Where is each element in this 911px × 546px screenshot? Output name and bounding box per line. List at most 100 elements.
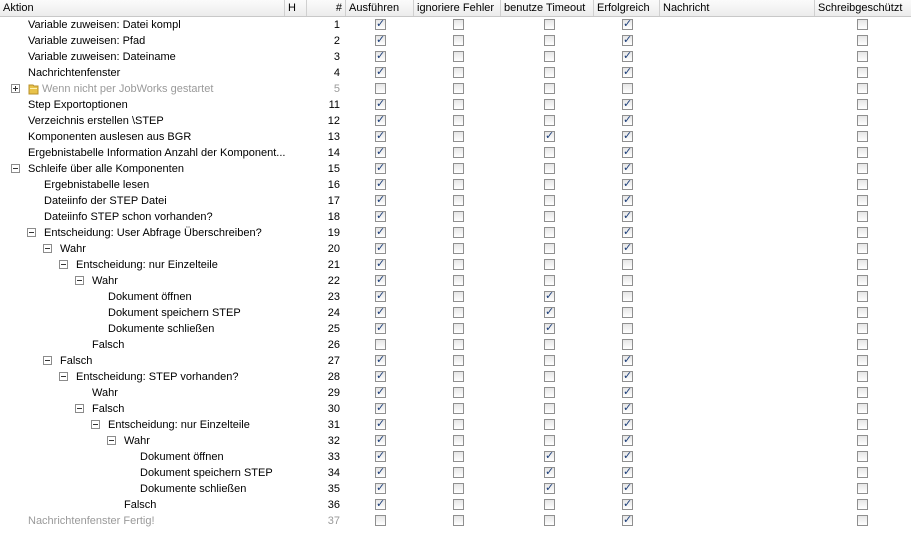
benutze-timeout-checkbox[interactable] [544, 115, 555, 126]
ausfuehren-checkbox[interactable] [375, 241, 386, 254]
table-row[interactable]: Wahr 29 [0, 385, 911, 401]
erfolgreich-checkbox[interactable] [622, 513, 633, 526]
benutze-timeout-checkbox[interactable] [544, 449, 555, 462]
schreibgeschuetzt-checkbox[interactable] [857, 291, 868, 302]
collapse-icon[interactable] [59, 372, 68, 381]
schreibgeschuetzt-checkbox[interactable] [857, 307, 868, 318]
ignoriere-fehler-checkbox[interactable] [453, 243, 464, 254]
schreibgeschuetzt-checkbox[interactable] [857, 355, 868, 366]
collapse-icon[interactable] [75, 404, 84, 413]
ignoriere-fehler-checkbox[interactable] [453, 227, 464, 238]
schreibgeschuetzt-checkbox[interactable] [857, 419, 868, 430]
benutze-timeout-checkbox[interactable] [544, 515, 555, 526]
table-row[interactable]: Dokument speichern STEP 34 [0, 465, 911, 481]
schreibgeschuetzt-checkbox[interactable] [857, 483, 868, 494]
schreibgeschuetzt-checkbox[interactable] [857, 323, 868, 334]
erfolgreich-checkbox[interactable] [622, 497, 633, 510]
table-row[interactable]: Dokumente schließen 25 [0, 321, 911, 337]
benutze-timeout-checkbox[interactable] [544, 243, 555, 254]
erfolgreich-checkbox[interactable] [622, 17, 633, 30]
erfolgreich-checkbox[interactable] [622, 113, 633, 126]
erfolgreich-checkbox[interactable] [622, 323, 633, 334]
collapse-icon[interactable] [43, 356, 52, 365]
ausfuehren-checkbox[interactable] [375, 113, 386, 126]
table-row[interactable]: Entscheidung: User Abfrage Überschreiben… [0, 225, 911, 241]
erfolgreich-checkbox[interactable] [622, 369, 633, 382]
erfolgreich-checkbox[interactable] [622, 481, 633, 494]
ignoriere-fehler-checkbox[interactable] [453, 211, 464, 222]
ignoriere-fehler-checkbox[interactable] [453, 355, 464, 366]
erfolgreich-checkbox[interactable] [622, 145, 633, 158]
benutze-timeout-checkbox[interactable] [544, 19, 555, 30]
erfolgreich-checkbox[interactable] [622, 307, 633, 318]
erfolgreich-checkbox[interactable] [622, 129, 633, 142]
schreibgeschuetzt-checkbox[interactable] [857, 83, 868, 94]
schreibgeschuetzt-checkbox[interactable] [857, 179, 868, 190]
benutze-timeout-checkbox[interactable] [544, 355, 555, 366]
erfolgreich-checkbox[interactable] [622, 225, 633, 238]
ausfuehren-checkbox[interactable] [375, 177, 386, 190]
schreibgeschuetzt-checkbox[interactable] [857, 115, 868, 126]
table-row[interactable]: Schleife über alle Komponenten 15 [0, 161, 911, 177]
schreibgeschuetzt-checkbox[interactable] [857, 163, 868, 174]
benutze-timeout-checkbox[interactable] [544, 465, 555, 478]
schreibgeschuetzt-checkbox[interactable] [857, 275, 868, 286]
collapse-icon[interactable] [59, 260, 68, 269]
schreibgeschuetzt-checkbox[interactable] [857, 131, 868, 142]
table-row[interactable]: Entscheidung: nur Einzelteile 31 [0, 417, 911, 433]
ausfuehren-checkbox[interactable] [375, 305, 386, 318]
column-header-ausfuehren[interactable]: Ausführen [346, 0, 414, 16]
erfolgreich-checkbox[interactable] [622, 465, 633, 478]
schreibgeschuetzt-checkbox[interactable] [857, 147, 868, 158]
benutze-timeout-checkbox[interactable] [544, 289, 555, 302]
collapse-icon[interactable] [107, 436, 116, 445]
benutze-timeout-checkbox[interactable] [544, 227, 555, 238]
table-row[interactable]: Falsch 30 [0, 401, 911, 417]
ignoriere-fehler-checkbox[interactable] [453, 483, 464, 494]
ausfuehren-checkbox[interactable] [375, 193, 386, 206]
schreibgeschuetzt-checkbox[interactable] [857, 259, 868, 270]
benutze-timeout-checkbox[interactable] [544, 321, 555, 334]
ausfuehren-checkbox[interactable] [375, 257, 386, 270]
benutze-timeout-checkbox[interactable] [544, 99, 555, 110]
benutze-timeout-checkbox[interactable] [544, 435, 555, 446]
erfolgreich-checkbox[interactable] [622, 49, 633, 62]
ausfuehren-checkbox[interactable] [375, 33, 386, 46]
collapse-icon[interactable] [43, 244, 52, 253]
ausfuehren-checkbox[interactable] [375, 289, 386, 302]
ignoriere-fehler-checkbox[interactable] [453, 419, 464, 430]
ignoriere-fehler-checkbox[interactable] [453, 387, 464, 398]
benutze-timeout-checkbox[interactable] [544, 275, 555, 286]
erfolgreich-checkbox[interactable] [622, 33, 633, 46]
erfolgreich-checkbox[interactable] [622, 433, 633, 446]
schreibgeschuetzt-checkbox[interactable] [857, 67, 868, 78]
ignoriere-fehler-checkbox[interactable] [453, 163, 464, 174]
ignoriere-fehler-checkbox[interactable] [453, 323, 464, 334]
table-row[interactable]: Wenn nicht per JobWorks gestartet 5 [0, 81, 911, 97]
benutze-timeout-checkbox[interactable] [544, 67, 555, 78]
collapse-icon[interactable] [27, 228, 36, 237]
erfolgreich-checkbox[interactable] [622, 353, 633, 366]
benutze-timeout-checkbox[interactable] [544, 339, 555, 350]
ignoriere-fehler-checkbox[interactable] [453, 307, 464, 318]
erfolgreich-checkbox[interactable] [622, 241, 633, 254]
benutze-timeout-checkbox[interactable] [544, 211, 555, 222]
expand-icon[interactable] [11, 84, 20, 93]
ausfuehren-checkbox[interactable] [375, 65, 386, 78]
benutze-timeout-checkbox[interactable] [544, 259, 555, 270]
table-row[interactable]: Falsch 36 [0, 497, 911, 513]
table-row[interactable]: Wahr 32 [0, 433, 911, 449]
schreibgeschuetzt-checkbox[interactable] [857, 35, 868, 46]
column-header-nachricht[interactable]: Nachricht [660, 0, 815, 16]
table-row[interactable]: Nachrichtenfenster Fertig! 37 [0, 513, 911, 529]
benutze-timeout-checkbox[interactable] [544, 419, 555, 430]
schreibgeschuetzt-checkbox[interactable] [857, 499, 868, 510]
table-row[interactable]: Ergebnistabelle Information Anzahl der K… [0, 145, 911, 161]
erfolgreich-checkbox[interactable] [622, 291, 633, 302]
table-row[interactable]: Dokumente schließen 35 [0, 481, 911, 497]
ignoriere-fehler-checkbox[interactable] [453, 115, 464, 126]
ausfuehren-checkbox[interactable] [375, 83, 386, 94]
table-row[interactable]: Dokument öffnen 23 [0, 289, 911, 305]
table-row[interactable]: Ergebnistabelle lesen 16 [0, 177, 911, 193]
table-row[interactable]: Dateiinfo STEP schon vorhanden? 18 [0, 209, 911, 225]
